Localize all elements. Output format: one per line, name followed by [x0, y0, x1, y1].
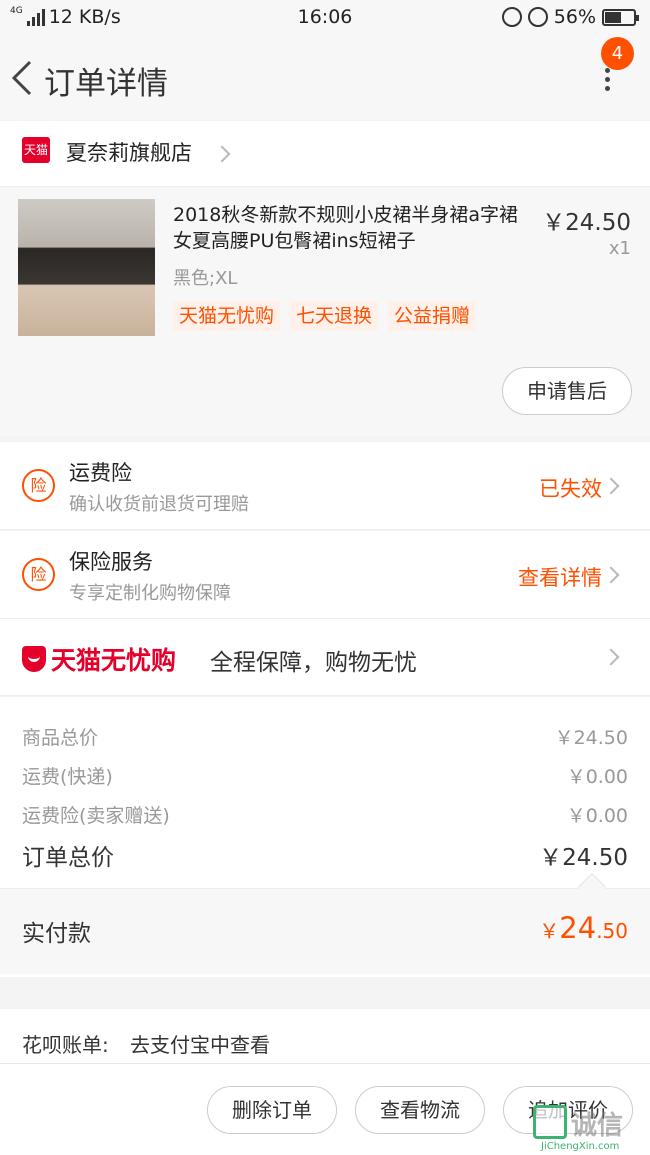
paid-currency: ￥: [539, 919, 560, 943]
insurance-title: 运费险: [69, 461, 132, 485]
pointer-triangle: [577, 872, 607, 902]
paid-amount-box: 实付款 ￥24.50: [0, 872, 650, 974]
product-quantity: x1: [608, 238, 631, 259]
store-row[interactable]: 天猫 夏奈莉旗舰店: [0, 121, 650, 187]
huabei-label: 花呗账单:: [22, 1033, 109, 1057]
tmall-shield-icon: [22, 646, 46, 672]
product-price: ￥24.50: [542, 210, 631, 236]
status-right: 56%: [501, 6, 639, 28]
summary-label: 运费险(卖家赠送): [22, 805, 170, 827]
status-bar: 4G 12 KB/s 16:06 56%: [0, 0, 650, 34]
paid-value: ￥24.50: [539, 911, 628, 945]
alarm-icon: [527, 7, 548, 27]
worry-free-banner[interactable]: 天猫无忧购 全程保障，购物无忧: [0, 619, 650, 696]
worry-free-text: 全程保障，购物无忧: [210, 650, 417, 676]
product-item[interactable]: 2018秋冬新款不规则小皮裙半身裙a字裙女夏高腰PU包臀裙ins短裙子 ￥24.…: [0, 188, 650, 436]
insurance-status: 已失效: [539, 477, 602, 501]
battery-percent: 56%: [553, 6, 596, 28]
worry-free-brand: 天猫无忧购: [51, 646, 177, 675]
notification-badge: 4: [601, 37, 634, 70]
nav-bar: 订单详情 4: [0, 34, 650, 120]
huabei-row[interactable]: 花呗账单: 去支付宝中查看: [0, 1009, 650, 1069]
chevron-right-icon: [602, 566, 620, 584]
huabei-value[interactable]: 去支付宝中查看: [130, 1029, 270, 1058]
paid-integer: 24: [559, 911, 597, 945]
summary-label: 运费(快递): [22, 766, 113, 788]
more-icon[interactable]: [592, 64, 622, 104]
watermark: 诚信 JiChengXin.com: [533, 1103, 647, 1153]
watermark-text: 诚信: [571, 1111, 624, 1141]
product-title: 2018秋冬新款不规则小皮裙半身裙a字裙女夏高腰PU包臀裙ins短裙子: [173, 204, 518, 252]
insurance-icon: 险: [22, 469, 55, 502]
service-tag: 天猫无忧购: [173, 301, 281, 331]
view-logistics-button[interactable]: 查看物流: [355, 1086, 485, 1134]
service-tag: 公益捐赠: [388, 301, 477, 331]
watermark-site: JiChengXin.com: [541, 1141, 620, 1152]
paid-label: 实付款: [22, 921, 91, 947]
shipping-insurance-row[interactable]: 险 运费险 确认收货前退货可理赔 已失效: [0, 442, 650, 530]
service-tags: 天猫无忧购 七天退换 公益捐赠: [173, 301, 477, 331]
summary-value: ￥0.00: [566, 805, 628, 827]
order-total-value: ￥24.50: [539, 845, 628, 871]
watermark-logo-icon: [533, 1105, 567, 1139]
chevron-right-icon: [213, 145, 231, 163]
product-image[interactable]: [18, 199, 155, 336]
price-summary: 商品总价 ￥24.50 运费(快递) ￥0.00 运费险(卖家赠送) ￥0.00…: [0, 697, 650, 977]
lock-rotation-icon: [501, 7, 522, 27]
insurance-service-row[interactable]: 险 保险服务 专享定制化购物保障 查看详情: [0, 531, 650, 619]
back-arrow-icon[interactable]: [8, 58, 38, 98]
after-sale-button[interactable]: 申请售后: [502, 367, 632, 415]
delete-order-button[interactable]: 删除订单: [207, 1086, 337, 1134]
summary-value: ￥24.50: [554, 727, 628, 749]
insurance-icon: 险: [22, 558, 55, 591]
page-title: 订单详情: [44, 66, 168, 102]
service-tag: 七天退换: [290, 301, 379, 331]
product-sku: 黑色;XL: [173, 268, 238, 289]
insurance-subtitle: 确认收货前退货可理赔: [69, 494, 249, 515]
insurance-title: 保险服务: [69, 550, 153, 574]
order-total-label: 订单总价: [22, 845, 114, 871]
summary-value: ￥0.00: [566, 766, 628, 788]
insurance-status: 查看详情: [518, 566, 602, 590]
tmall-logo: 天猫: [22, 137, 50, 163]
insurance-subtitle: 专享定制化购物保障: [69, 583, 231, 604]
paid-decimal: .50: [596, 919, 628, 943]
summary-label: 商品总价: [22, 727, 99, 749]
store-name: 夏奈莉旗舰店: [66, 141, 192, 165]
battery-icon: [602, 8, 639, 26]
chevron-right-icon: [602, 477, 620, 495]
chevron-right-icon: [602, 648, 620, 666]
